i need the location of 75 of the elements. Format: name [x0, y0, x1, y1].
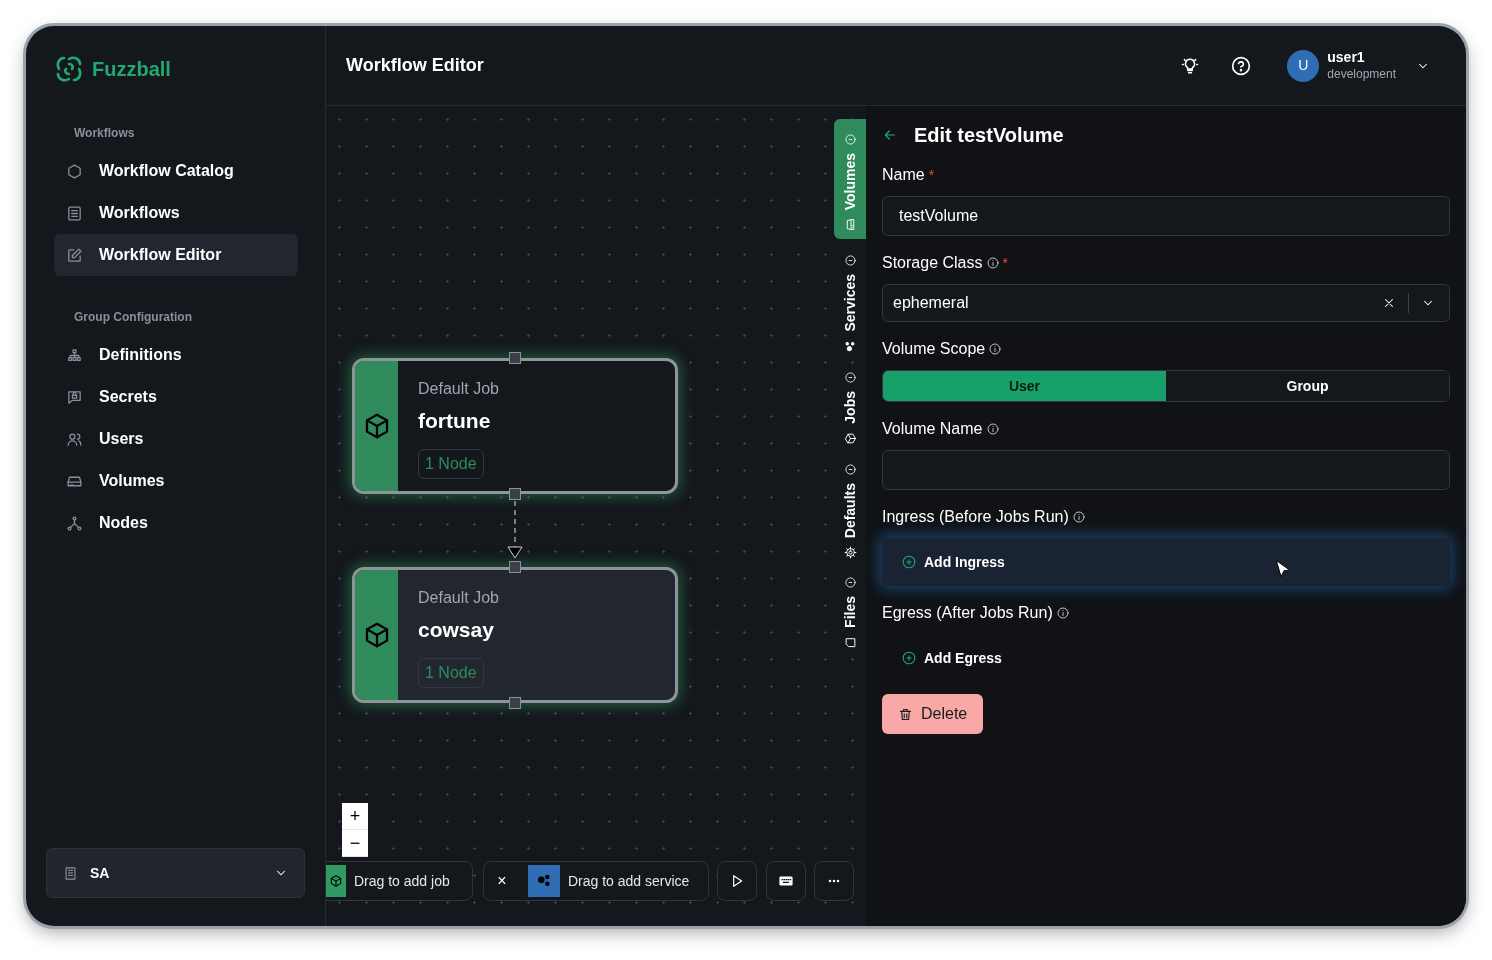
field-label: Name: [882, 165, 925, 185]
sidebar-item[interactable]: Secrets: [54, 376, 298, 418]
connection-handle[interactable]: [509, 488, 521, 500]
trash-icon: [898, 706, 913, 722]
logo-icon: [54, 54, 84, 84]
service-drag-pill[interactable]: × Drag to add service: [483, 861, 709, 901]
connector-arrow: [507, 501, 523, 559]
plus-circle-icon: [902, 651, 916, 665]
job-drag-hint: Drag to add job: [354, 871, 450, 891]
field-label: Volume Scope: [882, 339, 986, 359]
building-icon: [63, 865, 78, 881]
organization-selector[interactable]: SA: [46, 848, 305, 898]
segment-option[interactable]: Group: [1166, 371, 1449, 401]
field-label: Egress (After Jobs Run): [882, 603, 1053, 623]
select-value: ephemeral: [893, 293, 970, 313]
list-icon: [66, 204, 83, 222]
sidebar-item[interactable]: Nodes: [54, 502, 298, 544]
connection-handle[interactable]: [509, 697, 521, 709]
hierarchy-icon: [66, 346, 83, 364]
brand-name: Fuzzball: [92, 57, 171, 82]
node-type: Default Job: [418, 379, 499, 399]
plus-circle-icon: [902, 555, 916, 569]
page-title: Workflow Editor: [346, 54, 484, 77]
hexagon-icon: [66, 162, 83, 180]
sidebar-item[interactable]: Definitions: [54, 334, 298, 376]
lock-message-icon: [66, 388, 83, 406]
zoom-button[interactable]: +: [342, 803, 368, 830]
sidebar-item[interactable]: Users: [54, 418, 298, 460]
node-count-badge: 1 Node: [418, 657, 484, 688]
text-field[interactable]: [882, 450, 1450, 490]
required-mark: *: [928, 165, 935, 185]
file-icon: [843, 636, 857, 649]
sidebar-item[interactable]: Workflows: [54, 192, 298, 234]
connection-handle[interactable]: [509, 561, 521, 573]
job-node[interactable]: Default Job cowsay 1 Node: [352, 567, 678, 703]
lightbulb-icon[interactable]: [1181, 56, 1200, 75]
field-label: Storage Class: [882, 253, 983, 273]
user-name: user1: [1327, 49, 1366, 67]
cube-icon: [843, 432, 857, 445]
service-drag-hint: Drag to add service: [568, 871, 690, 891]
sidebar-item[interactable]: Workflow Editor: [54, 234, 298, 276]
nodes-icon: [66, 514, 83, 532]
job-node[interactable]: Default Job fortune 1 Node: [352, 358, 678, 494]
node-type: Default Job: [418, 588, 499, 608]
section-heading: Group Configuration: [74, 309, 193, 326]
side-tab[interactable]: Volumes: [834, 119, 866, 239]
field-label: Ingress (Before Jobs Run): [882, 507, 1069, 527]
close-button[interactable]: ×: [484, 869, 520, 893]
section-heading: Workflows: [74, 125, 136, 142]
delete-button[interactable]: Delete: [882, 694, 984, 734]
sidebar-item[interactable]: Workflow Catalog: [54, 150, 298, 192]
help-icon[interactable]: [1231, 55, 1252, 76]
node-name: cowsay: [418, 617, 494, 643]
select-field[interactable]: ephemeral: [882, 284, 1450, 322]
field-label: Volume Name: [882, 419, 983, 439]
segment-option[interactable]: User: [883, 371, 1166, 401]
sidebar-item[interactable]: Volumes: [54, 460, 298, 502]
panel-title: Edit testVolume: [914, 123, 1064, 148]
zoom-button[interactable]: −: [342, 830, 368, 857]
connection-handle[interactable]: [509, 352, 521, 364]
edit-icon: [66, 246, 83, 264]
user-environment: development: [1327, 66, 1396, 82]
required-mark: *: [1002, 253, 1008, 273]
keyboard-icon[interactable]: [778, 873, 794, 889]
add-button[interactable]: Add Egress: [882, 634, 1450, 682]
user-avatar: U: [1287, 49, 1320, 82]
node-count-badge: 1 Node: [418, 448, 484, 479]
back-arrow-icon[interactable]: [882, 127, 898, 143]
clear-icon[interactable]: [1382, 296, 1396, 310]
node-name: fortune: [418, 408, 491, 434]
add-button[interactable]: Add Ingress: [882, 538, 1450, 586]
settings-icon: [843, 546, 857, 559]
cube-icon: [329, 874, 343, 888]
text-field[interactable]: testVolume: [882, 196, 1450, 236]
job-drag-pill[interactable]: Drag to add job: [326, 861, 473, 901]
